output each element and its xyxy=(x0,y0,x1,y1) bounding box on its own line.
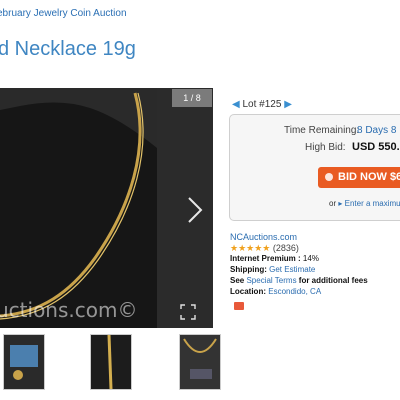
fullscreen-button[interactable] xyxy=(180,304,196,320)
shipping-label: Shipping: xyxy=(230,265,267,274)
expand-icon xyxy=(180,304,196,320)
high-bid-label: High Bid: xyxy=(305,142,346,153)
time-remaining-label: Time Remaining: xyxy=(284,125,360,136)
image-side-panel xyxy=(157,88,213,328)
enter-max-bid-link[interactable]: Enter a maximu xyxy=(345,199,400,208)
watermark-text: uctions.com© xyxy=(0,298,138,322)
location-value[interactable]: Escondido, CA xyxy=(268,287,321,296)
rating-stars-icon: ★★★★★ xyxy=(230,243,271,253)
lot-navigation: ◀ Lot #125 ▶ xyxy=(232,99,292,110)
thumbnail-image xyxy=(4,335,44,389)
see-text: See xyxy=(230,276,245,285)
bid-icon xyxy=(325,173,333,181)
thumbnail-image xyxy=(91,335,131,389)
next-lot-icon[interactable]: ▶ xyxy=(284,99,292,110)
location-label: Location: xyxy=(230,287,266,296)
seller-rating[interactable]: ★★★★★ (2836) xyxy=(230,243,299,254)
main-image[interactable] xyxy=(0,88,157,328)
shipping-row: Shipping: Get Estimate xyxy=(230,265,315,274)
max-bid-row: or ▸ Enter a maximu xyxy=(329,199,400,208)
location-row: Location: Escondido, CA xyxy=(230,287,321,296)
internet-premium-row: Internet Premium : 14% xyxy=(230,254,319,263)
seller-name-link[interactable]: NCAuctions.com xyxy=(230,232,297,242)
high-bid-value: USD 550.0 xyxy=(352,141,400,153)
thumbnail-image xyxy=(180,335,220,389)
get-estimate-link[interactable]: Get Estimate xyxy=(269,265,315,274)
rating-count: (2836) xyxy=(272,243,299,253)
bid-now-label: BID NOW $6 xyxy=(338,171,400,183)
necklace-photo xyxy=(0,88,157,328)
time-remaining-value: 8 Days 8 H xyxy=(357,125,400,136)
page-title: d Necklace 19g xyxy=(0,38,136,60)
thumbnail-3[interactable] xyxy=(179,334,221,390)
previous-lot-icon[interactable]: ◀ xyxy=(232,99,240,110)
flag-icon xyxy=(234,302,244,310)
special-terms-row: See Special Terms for additional fees xyxy=(230,276,368,285)
thumbnail-1[interactable] xyxy=(3,334,45,390)
next-image-button[interactable] xyxy=(186,196,204,224)
special-terms-link[interactable]: Special Terms xyxy=(246,276,296,285)
bid-now-button[interactable]: BID NOW $6 xyxy=(318,167,400,188)
internet-premium-label: Internet Premium : xyxy=(230,254,301,263)
image-counter: 1 / 8 xyxy=(172,89,212,107)
play-icon: ▸ xyxy=(338,199,343,208)
internet-premium-value: 14% xyxy=(302,254,319,263)
chevron-right-icon xyxy=(188,197,203,223)
thumbnail-2[interactable] xyxy=(90,334,132,390)
breadcrumb[interactable]: ebruary Jewelry Coin Auction xyxy=(0,8,127,19)
or-text: or xyxy=(329,199,337,208)
additional-fees-text: for additional fees xyxy=(298,276,368,285)
lot-number: Lot #125 xyxy=(242,99,282,110)
